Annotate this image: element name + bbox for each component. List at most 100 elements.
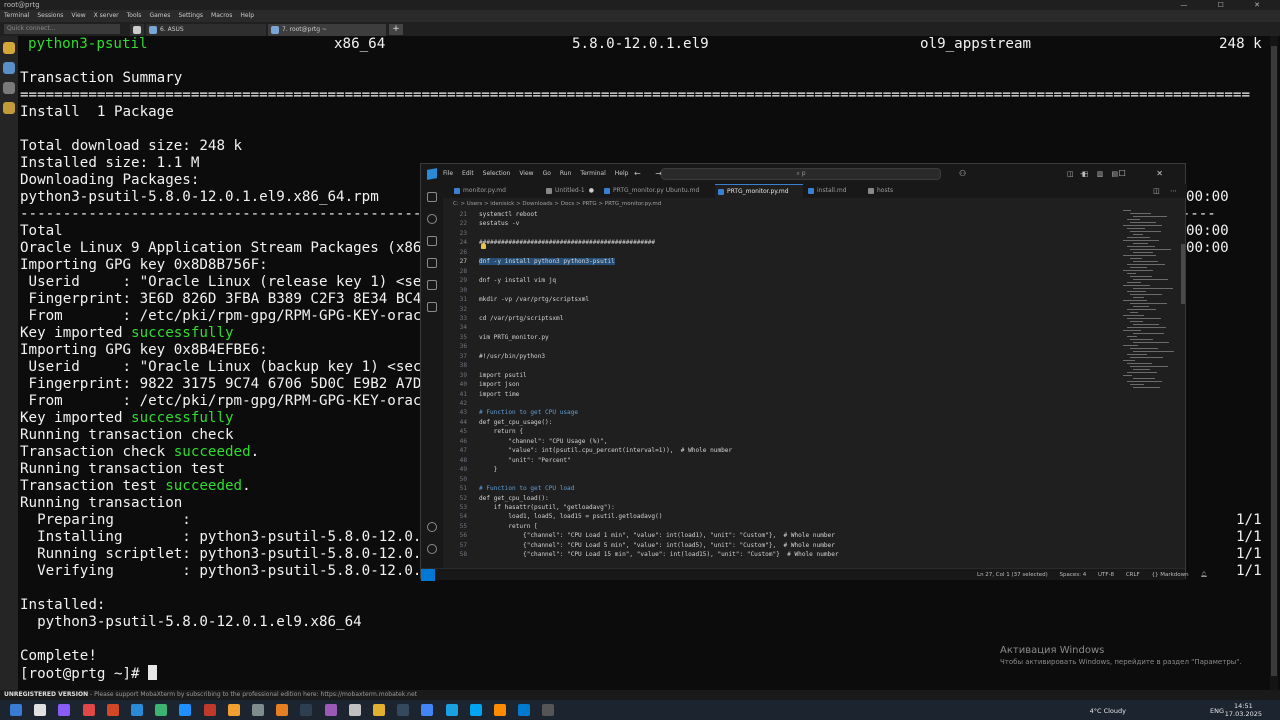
- new-tab-button[interactable]: +: [389, 24, 403, 35]
- tab-asus[interactable]: 6. ASUS: [146, 24, 266, 36]
- star-icon[interactable]: [3, 42, 15, 54]
- app-icon[interactable]: [106, 704, 119, 716]
- app-icon[interactable]: [131, 704, 143, 716]
- task-view-icon[interactable]: [58, 704, 71, 716]
- tab-monitor-py-md[interactable]: monitor.py.md: [451, 184, 557, 198]
- vscode-window-controls[interactable]: — ☐ ✕: [1080, 164, 1177, 184]
- edge-icon[interactable]: [445, 704, 458, 716]
- app-icon[interactable]: [252, 704, 264, 716]
- line-number: 23: [459, 229, 467, 237]
- vscode-menu-item[interactable]: Selection: [483, 170, 511, 177]
- minimap-line: [1133, 261, 1158, 262]
- support-text[interactable]: - Please support MobaXterm by subscribin…: [88, 691, 417, 698]
- app-icon[interactable]: [203, 704, 216, 716]
- menu-item[interactable]: Sessions: [37, 12, 63, 19]
- line-endings[interactable]: CRLF: [1126, 572, 1140, 578]
- tab-root-prtg[interactable]: 7. root@prtg ~: [268, 24, 386, 36]
- line-text: Fingerprint: 9822 3175 9C74 6706 5D0C E9…: [20, 376, 422, 392]
- remote-indicator-icon[interactable]: [421, 569, 435, 581]
- vscode-menu-item[interactable]: Terminal: [580, 170, 605, 177]
- menu-item[interactable]: Settings: [178, 12, 203, 19]
- minimap[interactable]: [1123, 210, 1181, 400]
- menu-item[interactable]: Terminal: [4, 12, 29, 19]
- language-indicator[interactable]: ENG: [1210, 707, 1224, 715]
- app-icon[interactable]: [82, 704, 95, 716]
- line-text: Downloading Packages:: [20, 172, 200, 188]
- menu-item[interactable]: Help: [240, 12, 254, 19]
- package-repo: ol9_appstream: [920, 36, 1032, 52]
- copilot-icon[interactable]: ⚇: [959, 164, 966, 184]
- app-icon[interactable]: [300, 704, 313, 716]
- vscode-menu-item[interactable]: Help: [615, 170, 629, 177]
- app-icon[interactable]: [469, 704, 482, 716]
- tab-install-md[interactable]: install.md: [805, 184, 861, 198]
- docker-icon[interactable]: [427, 302, 437, 312]
- app-icon[interactable]: [227, 704, 240, 716]
- cursor-position[interactable]: Ln 27, Col 1 (37 selected): [977, 572, 1048, 578]
- app-icon[interactable]: [155, 704, 168, 716]
- file-explorer-icon[interactable]: [373, 704, 385, 716]
- explorer-icon[interactable]: [427, 192, 437, 202]
- code-editor[interactable]: 21 systemctl reboot 22 sestatus -v 23 24 #####…: [443, 210, 1163, 568]
- tab-prtg-monitor-ubuntu[interactable]: PRTG_monitor.py Ubuntu.md: [601, 184, 717, 198]
- app-icon[interactable]: [276, 704, 289, 716]
- account-icon[interactable]: [427, 522, 437, 532]
- minimap-line: [1133, 216, 1167, 217]
- line-number: 56: [459, 532, 467, 540]
- menu-item[interactable]: Games: [149, 12, 170, 19]
- command-center-search[interactable]: ⌕ p: [661, 168, 941, 180]
- line-text: [root@prtg ~]#: [20, 666, 149, 682]
- menu-item[interactable]: View: [71, 12, 85, 19]
- menu-item[interactable]: Tools: [127, 12, 142, 19]
- editor-scrollbar-thumb[interactable]: [1181, 244, 1185, 304]
- app-icon[interactable]: [179, 704, 192, 716]
- minimap-line: [1127, 291, 1146, 292]
- app-icon[interactable]: [348, 704, 361, 716]
- tab-label: install.md: [817, 187, 847, 194]
- vscode-window[interactable]: File Edit Selection View Go Run Terminal Help ←…: [420, 163, 1207, 581]
- vscode-icon[interactable]: [518, 704, 531, 716]
- search-icon[interactable]: [427, 214, 437, 224]
- quick-connect-input[interactable]: Quick connect...: [4, 24, 120, 34]
- notifications-bell-icon[interactable]: 🔔︎: [1200, 572, 1207, 578]
- vscode-menu-item[interactable]: View: [519, 170, 533, 177]
- terminal-line: Fingerprint: 9822 3175 9C74 6706 5D0C E9…: [20, 376, 422, 393]
- breadcrumb[interactable]: C: > Users > idenisick > Downloads > Doc…: [453, 201, 661, 207]
- app-icon[interactable]: [494, 704, 506, 716]
- firefox-icon[interactable]: [324, 704, 337, 716]
- tab-untitled-1[interactable]: Untitled-1 ●: [543, 184, 595, 198]
- run-debug-icon[interactable]: [427, 258, 437, 268]
- language-mode[interactable]: {} Markdown: [1151, 572, 1188, 578]
- sftp-icon[interactable]: [3, 102, 15, 114]
- menu-item[interactable]: X server: [94, 12, 119, 19]
- weather-widget[interactable]: 4°C Cloudy: [1090, 707, 1126, 715]
- terminal-scrollbar[interactable]: [1270, 36, 1278, 690]
- vscode-menu-item[interactable]: Run: [560, 170, 572, 177]
- terminal-line: Running transaction test: [20, 461, 225, 478]
- home-tab[interactable]: [130, 24, 144, 36]
- vscode-menu-item[interactable]: File: [443, 170, 453, 177]
- extensions-icon[interactable]: [427, 280, 437, 290]
- lightbulb-icon[interactable]: [481, 243, 486, 249]
- start-icon[interactable]: [10, 704, 22, 716]
- settings-gear-icon[interactable]: [427, 544, 437, 554]
- app-icon[interactable]: [397, 704, 410, 716]
- vscode-menu-item[interactable]: Edit: [462, 170, 474, 177]
- indentation[interactable]: Spaces: 4: [1060, 572, 1087, 578]
- chrome-icon[interactable]: [421, 704, 434, 716]
- scrollbar-thumb[interactable]: [1271, 46, 1277, 676]
- mobaxterm-icon[interactable]: [542, 704, 555, 716]
- vscode-menu-item[interactable]: Go: [543, 170, 551, 177]
- window-controls[interactable]: — ☐ ✕: [1180, 0, 1274, 10]
- tab-prtg-monitor-active[interactable]: PRTG_monitor.py.md: [715, 184, 803, 198]
- source-control-icon[interactable]: [427, 236, 437, 246]
- tools-icon[interactable]: [3, 62, 15, 74]
- menu-item[interactable]: Macros: [211, 12, 232, 19]
- editor-actions[interactable]: ◫ ⋯: [1153, 184, 1181, 198]
- macros-icon[interactable]: [3, 82, 15, 94]
- encoding[interactable]: UTF-8: [1098, 572, 1114, 578]
- minimap-line: [1130, 213, 1151, 214]
- tab-hosts[interactable]: hosts: [865, 184, 905, 198]
- search-icon[interactable]: [34, 704, 47, 716]
- clock[interactable]: 14:51 17.03.2025: [1225, 702, 1262, 718]
